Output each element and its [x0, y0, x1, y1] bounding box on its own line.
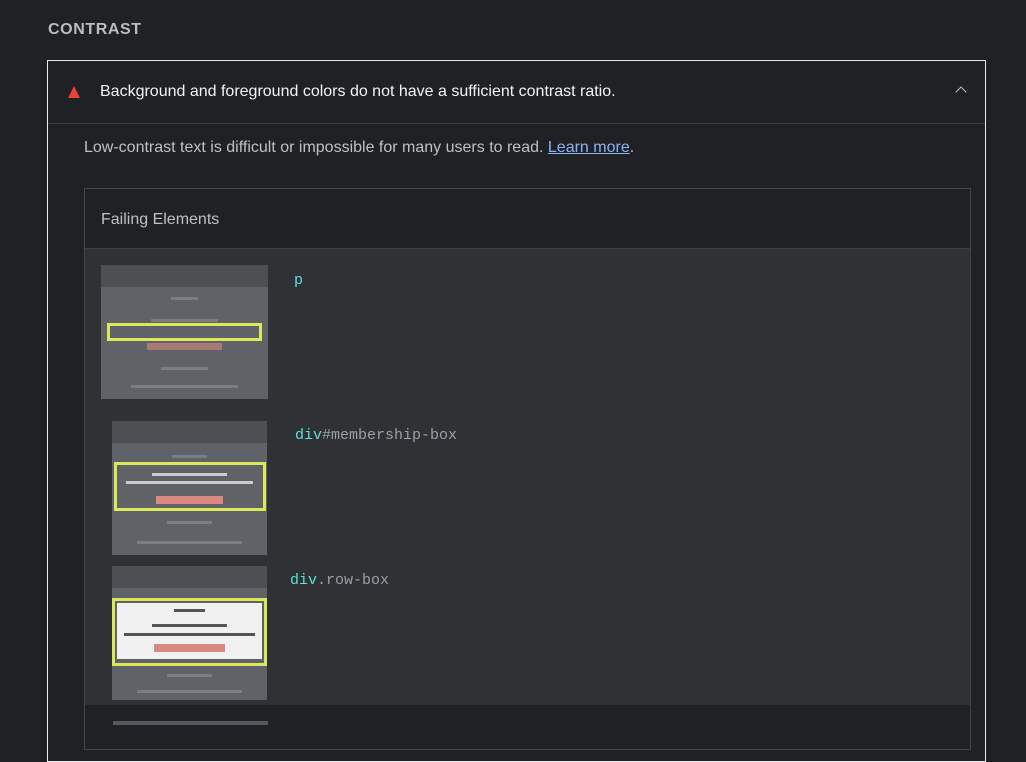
element-selector: div#membership-box: [295, 427, 457, 444]
table-row: div#membership-box: [85, 421, 970, 556]
contrast-audit: Background and foreground colors do not …: [47, 60, 986, 762]
selector-rest: #membership-box: [322, 427, 458, 444]
description-period: .: [629, 139, 635, 156]
selector-tag: p: [294, 272, 304, 289]
next-table-row: [85, 705, 970, 749]
table-header-label: Failing Elements: [101, 211, 220, 228]
element-thumbnail: [112, 566, 267, 700]
element-thumbnail: [112, 421, 267, 555]
element-selector: p: [294, 272, 303, 289]
table-header: Failing Elements: [85, 189, 970, 249]
element-selector: div.row-box: [290, 572, 389, 589]
selector-tag: div: [290, 572, 318, 589]
audit-title: Background and foreground colors do not …: [100, 83, 616, 100]
failing-elements-table: Failing Elements p div#membership-box di…: [84, 188, 971, 750]
next-thumbnail-edge: [113, 721, 268, 725]
learn-more-link[interactable]: Learn more: [548, 139, 630, 156]
table-row: p: [85, 265, 970, 400]
selector-rest: .row-box: [317, 572, 390, 589]
section-title: CONTRAST: [48, 21, 142, 38]
chevron-up-icon[interactable]: [955, 86, 967, 98]
element-thumbnail: [101, 265, 268, 399]
table-row: div.row-box: [85, 566, 970, 701]
audit-header[interactable]: Background and foreground colors do not …: [48, 61, 985, 124]
audit-description: Low-contrast text is difficult or imposs…: [84, 139, 634, 157]
description-text: Low-contrast text is difficult or imposs…: [84, 139, 544, 156]
fail-triangle-icon: [68, 86, 80, 98]
selector-tag: div: [295, 427, 323, 444]
